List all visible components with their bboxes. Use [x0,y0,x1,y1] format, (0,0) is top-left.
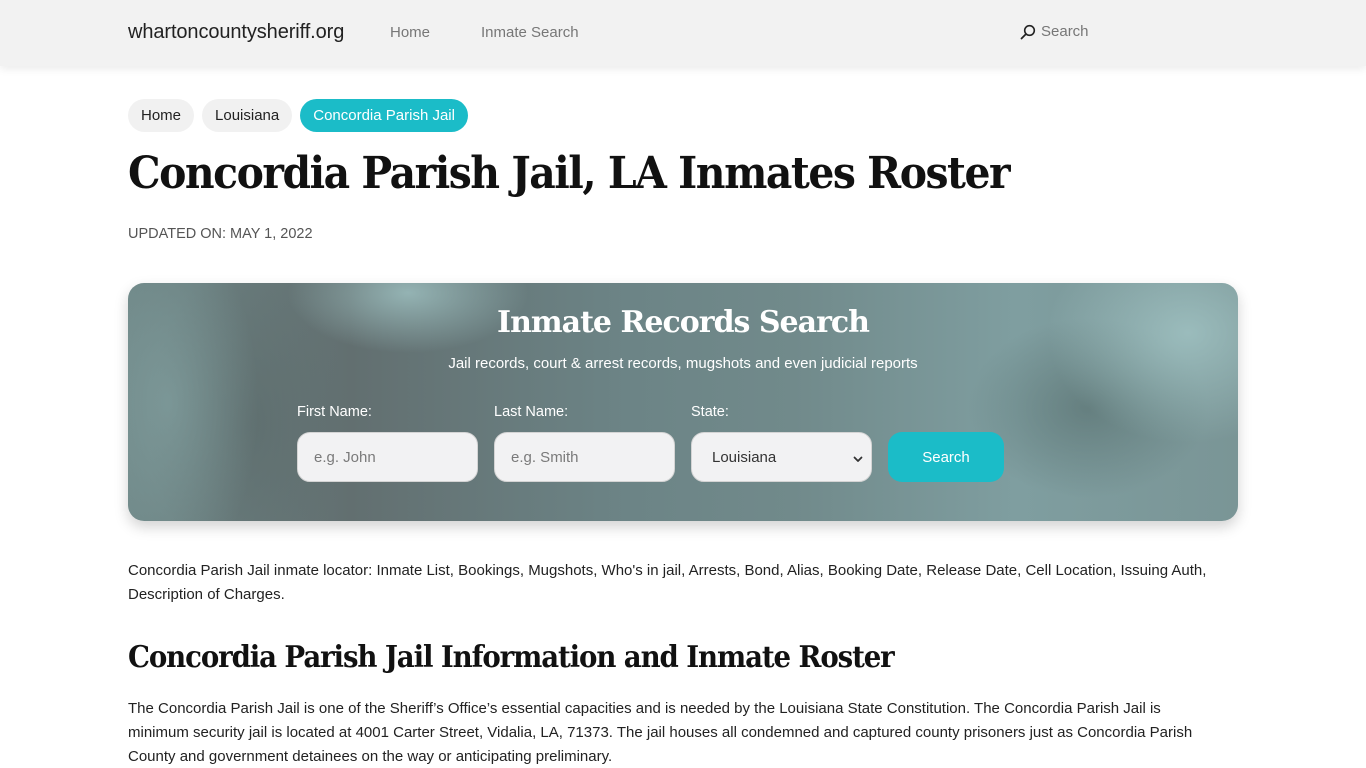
last-name-label: Last Name: [494,404,569,420]
search-submit-button[interactable]: Search [888,432,1004,482]
first-name-field-group: First Name: [297,404,478,482]
state-field-group: State: Louisiana [691,404,872,482]
section-heading: Concordia Parish Jail Information and In… [128,640,895,675]
nav-link-home[interactable]: Home [390,24,430,41]
navbar: whartoncountysheriff.org Home Inmate Sea… [0,0,1366,66]
breadcrumb-louisiana[interactable]: Louisiana [202,99,293,132]
nav-search-label: Search [1041,23,1089,40]
state-select-wrapper: Louisiana [691,432,872,482]
state-select[interactable]: Louisiana [691,432,872,482]
intro-paragraph: Concordia Parish Jail inmate locator: In… [128,562,1207,603]
nav-search-button[interactable]: Search [1020,23,1089,40]
search-icon [1020,24,1036,40]
first-name-label: First Name: [297,404,372,420]
first-name-input[interactable] [297,432,478,482]
state-label: State: [691,404,729,420]
breadcrumb-home[interactable]: Home [128,99,195,132]
nav-link-inmate-search[interactable]: Inmate Search [481,24,579,41]
last-name-input[interactable] [494,432,675,482]
breadcrumb-current[interactable]: Concordia Parish Jail [300,99,468,132]
updated-date: UPDATED ON: MAY 1, 2022 [128,226,313,242]
section-body-paragraph: The Concordia Parish Jail is one of the … [128,700,1193,765]
banner-title: Inmate Records Search [497,305,870,340]
last-name-field-group: Last Name: [494,404,675,482]
site-brand-link[interactable]: whartoncountysheriff.org [128,21,344,44]
banner-subtitle: Jail records, court & arrest records, mu… [448,355,918,372]
inmate-search-banner: Inmate Records Search Jail records, cour… [128,283,1238,521]
page-title: Concordia Parish Jail, LA Inmates Roster [128,148,1011,199]
breadcrumb: Home Louisiana Concordia Parish Jail [128,99,468,132]
